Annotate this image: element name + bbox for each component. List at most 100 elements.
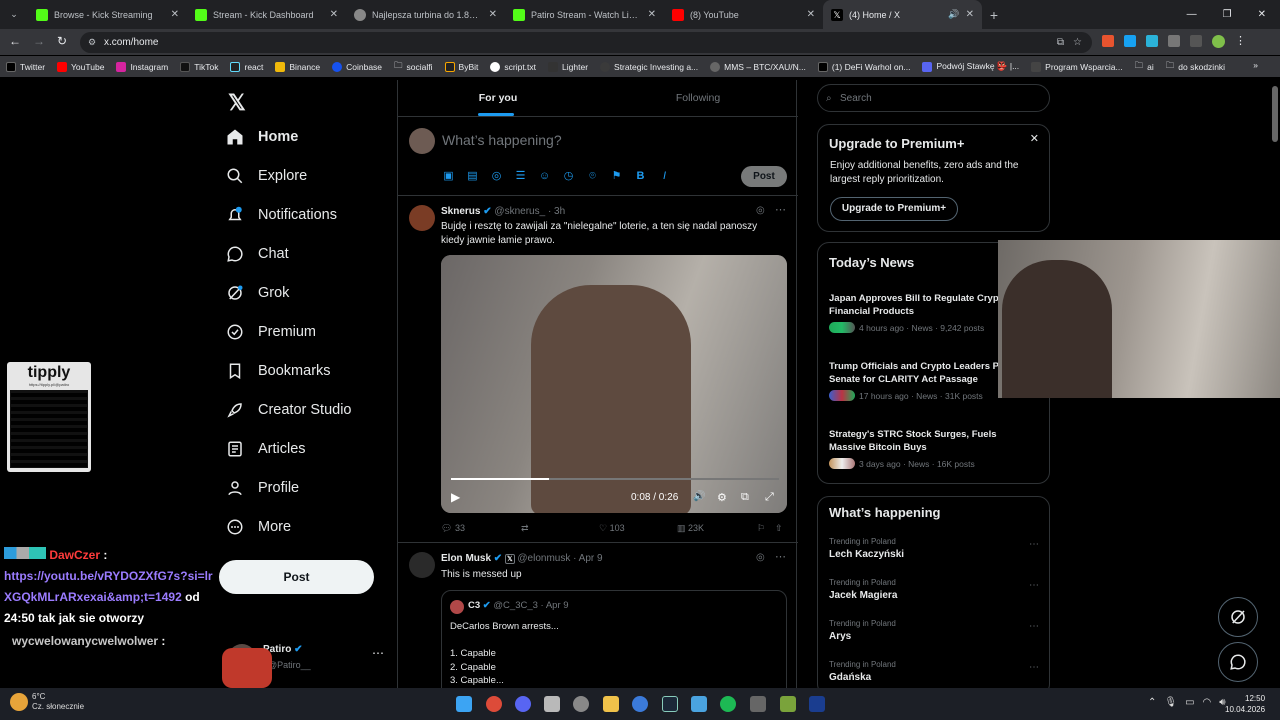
bookmark-item[interactable]: Instagram <box>116 61 168 72</box>
poll-icon[interactable]: ☰ <box>514 170 527 183</box>
bookmarks-overflow-icon[interactable]: » <box>1253 60 1258 70</box>
nav-explore[interactable]: Explore <box>226 167 307 185</box>
video-player[interactable]: ▶ 0:08 / 0:26 🔊 ⚙ ⧉ ⤢ <box>441 255 787 513</box>
forward-icon[interactable]: → <box>33 34 45 48</box>
tab-following[interactable]: Following <box>598 80 798 116</box>
video-progress[interactable] <box>451 478 779 480</box>
flag-icon[interactable]: ⚑ <box>610 170 623 183</box>
browser-tab[interactable]: Stream - Kick Dashboard ✕ <box>187 0 346 29</box>
share-icon[interactable]: ⇧ <box>775 523 783 534</box>
x-app-icon[interactable] <box>809 696 825 712</box>
post-button[interactable]: Post <box>219 560 374 594</box>
tweet[interactable]: Sknerus ✔ @sknerus_ · 3h ◎ ⋯ Bujdę i res… <box>398 197 798 543</box>
gif-icon[interactable]: ▤ <box>466 170 479 183</box>
tweet-menu-icon[interactable]: ⋯ <box>775 203 786 216</box>
schedule-icon[interactable]: ◷ <box>562 170 575 183</box>
nav-creator-studio[interactable]: Creator Studio <box>226 401 352 419</box>
bookmark-folder[interactable]: 🗀 ai <box>1135 60 1154 74</box>
bookmark-item[interactable]: Strategic Investing a... <box>600 61 698 72</box>
kebab-menu-icon[interactable]: ⋮ <box>1235 35 1246 48</box>
mic-icon[interactable]: 🎙︎ <box>1164 697 1177 708</box>
play-icon[interactable]: ▶ <box>451 490 460 504</box>
tweet[interactable]: Elon Musk ✔ 𝕏 @elonmusk · Apr 9 ◎ ⋯ This… <box>398 544 798 688</box>
trend-item[interactable]: Trending in Poland Gdańska ⋯ <box>829 660 1039 683</box>
site-info-icon[interactable]: ⚙ <box>88 32 96 53</box>
compose-post-button[interactable]: Post <box>741 166 787 187</box>
close-tab-icon[interactable]: ✕ <box>171 9 179 20</box>
trend-menu-icon[interactable]: ⋯ <box>1029 621 1039 632</box>
bookmark-item[interactable]: Twitter <box>6 61 45 72</box>
tab-search-button[interactable]: ⌄ <box>0 9 28 20</box>
menu-lines-icon[interactable] <box>1190 35 1202 47</box>
url-field[interactable]: ⚙ x.com/home ⧉ ☆ <box>80 32 1092 53</box>
grok-icon[interactable]: ◎ <box>756 552 765 563</box>
bookmark-item[interactable]: TikTok <box>180 61 218 72</box>
close-tab-icon[interactable]: ✕ <box>807 9 815 20</box>
spotify-icon[interactable] <box>720 696 736 712</box>
italic-icon[interactable]: I <box>658 170 671 183</box>
like-button[interactable]: ♡ 103 <box>599 523 677 534</box>
bold-icon[interactable]: B <box>634 170 647 183</box>
grok-icon[interactable]: ◎ <box>756 205 765 216</box>
emoji-icon[interactable]: ☺ <box>538 170 551 183</box>
trend-menu-icon[interactable]: ⋯ <box>1029 539 1039 550</box>
close-tab-icon[interactable]: ✕ <box>489 9 497 20</box>
chrome-icon[interactable] <box>486 696 502 712</box>
ccleaner-icon[interactable] <box>632 696 648 712</box>
avatar-icon[interactable] <box>1212 35 1225 48</box>
trend-menu-icon[interactable]: ⋯ <box>1029 662 1039 673</box>
reload-icon[interactable]: ↻ <box>57 34 67 48</box>
openai-icon[interactable] <box>573 696 589 712</box>
account-menu-icon[interactable]: ⋯ <box>372 646 384 660</box>
trend-item[interactable]: Trending in Poland Jacek Magiera ⋯ <box>829 578 1039 601</box>
bookmark-item[interactable]: react <box>230 61 263 72</box>
bookmark-icon[interactable]: ⚐ <box>757 523 775 534</box>
grok-float-button[interactable] <box>1218 597 1258 637</box>
image-icon[interactable]: ▣ <box>442 170 455 183</box>
puzzle-icon[interactable] <box>1168 35 1180 47</box>
compose-input[interactable]: What’s happening? <box>442 132 562 148</box>
restore-icon[interactable]: ❐ <box>1223 0 1232 29</box>
trend-menu-icon[interactable]: ⋯ <box>1029 580 1039 591</box>
bookmark-folder[interactable]: 🗀 do skodzinki <box>1166 60 1225 74</box>
close-tab-icon[interactable]: ✕ <box>330 9 338 20</box>
browser-tab[interactable]: Patiro Stream - Watch Live on K✕ <box>505 0 664 29</box>
close-window-icon[interactable]: ✕ <box>1258 0 1266 29</box>
bookmark-item[interactable]: Program Wsparcia... <box>1031 61 1123 72</box>
close-icon[interactable]: ✕ <box>1030 132 1039 145</box>
scrollbar[interactable] <box>1272 86 1278 142</box>
minimize-icon[interactable]: — <box>1187 0 1197 29</box>
nav-grok[interactable]: Grok <box>226 284 289 302</box>
bookmark-item[interactable]: Podwój Stawkę 👺 |... <box>922 61 1019 72</box>
bookmark-folder[interactable]: 🗀 socialfi <box>394 60 433 74</box>
reply-button[interactable]: 💬︎ 33 <box>441 523 521 534</box>
grok-icon[interactable]: ◎ <box>490 170 503 183</box>
browser-tab[interactable]: (8) YouTube ✕ <box>664 0 823 29</box>
wifi-icon[interactable]: ◠ <box>1203 697 1212 708</box>
tweet-menu-icon[interactable]: ⋯ <box>775 550 786 563</box>
bookmark-item[interactable]: YouTube <box>57 61 104 72</box>
close-tab-icon[interactable]: ✕ <box>648 9 656 20</box>
fullscreen-icon[interactable]: ⤢ <box>765 491 774 504</box>
nav-articles[interactable]: Articles <box>226 440 306 458</box>
discord-icon[interactable] <box>515 696 531 712</box>
pip-icon[interactable]: ⧉ <box>741 491 749 504</box>
volume-icon[interactable]: 🔊 <box>693 491 705 502</box>
app-icon[interactable] <box>691 696 707 712</box>
close-tab-icon[interactable]: ✕ <box>966 9 974 20</box>
extension-icon[interactable] <box>1102 35 1114 47</box>
nav-premium[interactable]: Premium <box>226 323 316 341</box>
bookmark-item[interactable]: Binance <box>275 61 320 72</box>
search-input[interactable]: ⌕ Search <box>817 84 1050 112</box>
upgrade-button[interactable]: Upgrade to Premium+ <box>830 197 958 221</box>
trend-item[interactable]: Trending in Poland Arys ⋯ <box>829 619 1039 642</box>
quote-tweet[interactable]: C3 ✔ @C_3C_3 · Apr 9 DeCarlos Brown arre… <box>441 590 787 688</box>
camera-icon[interactable] <box>750 696 766 712</box>
chat-float-button[interactable] <box>1218 642 1258 682</box>
browser-tab[interactable]: Browse - Kick Streaming ✕ <box>28 0 187 29</box>
extension-icon[interactable] <box>1146 35 1158 47</box>
bookmark-item[interactable]: Lighter <box>548 61 588 72</box>
steam-icon[interactable] <box>662 696 678 712</box>
back-icon[interactable]: ← <box>9 34 21 48</box>
nav-chat[interactable]: Chat <box>226 245 289 263</box>
